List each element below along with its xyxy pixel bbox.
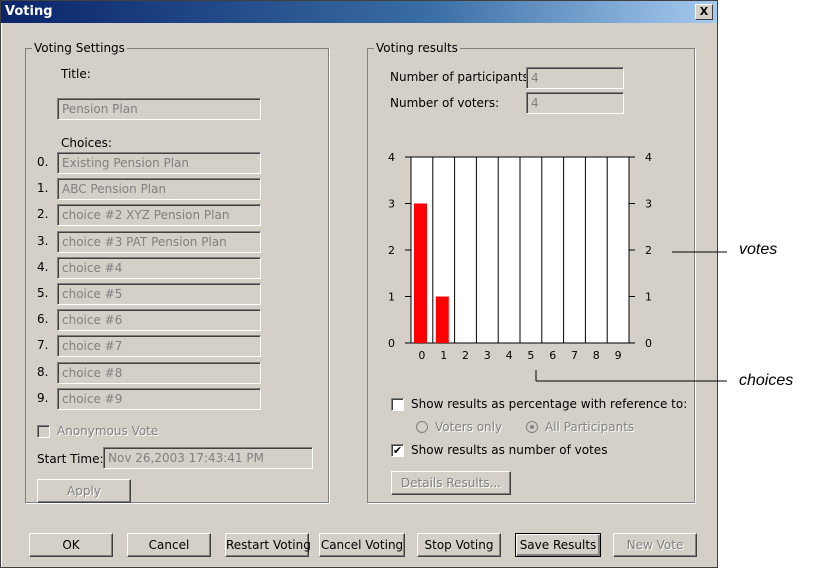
votes-annotation: votes bbox=[739, 241, 778, 258]
annotation-lines bbox=[535, 251, 727, 382]
choices-annotation: choices bbox=[739, 372, 794, 389]
